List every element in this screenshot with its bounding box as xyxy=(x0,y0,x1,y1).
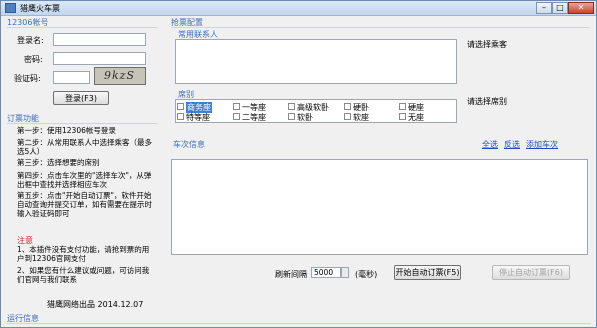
contacts-list[interactable] xyxy=(175,39,457,84)
seat-checkbox-6[interactable] xyxy=(177,113,184,120)
trains-list[interactable] xyxy=(171,159,588,255)
config-divider xyxy=(171,27,589,28)
captcha-image[interactable]: 9kzS xyxy=(94,67,146,85)
refresh-interval-spinner[interactable] xyxy=(341,267,349,278)
seat-hint: 请选择席别 xyxy=(467,97,507,106)
stop-booking-button[interactable]: 停止自动订票(F6) xyxy=(492,265,570,280)
guide-divider xyxy=(7,123,157,124)
seat-checkbox-5[interactable] xyxy=(399,103,406,110)
login-button[interactable]: 登录(F3) xyxy=(53,91,109,105)
refresh-interval-input[interactable]: 5000 xyxy=(311,267,341,278)
invert-selection-link[interactable]: 反选 xyxy=(504,139,520,150)
window-title: 猎鹰火车票 xyxy=(20,4,60,13)
password-input[interactable] xyxy=(53,52,146,65)
seat-option-7[interactable]: 二等座 xyxy=(242,112,266,123)
title-bar[interactable]: 猎鹰火车票 – □ ✕ xyxy=(1,1,596,16)
step-5: 第五步：点击"开始自动订票"，软件开始自动查询并提交订单，如有需要在提示时输入验… xyxy=(17,191,152,218)
main-window: 猎鹰火车票 – □ ✕ 12306帐号 登录名: 密码: 验证码: 9kzS 登… xyxy=(0,0,597,328)
seat-checkbox-7[interactable] xyxy=(233,113,240,120)
step-2: 第二步：从常用联系人中选择乘客（最多选5人） xyxy=(17,138,152,156)
step-4: 第四步：点击车次里的"选择车次"，从弹出框中查找并选择相应车次 xyxy=(17,171,152,189)
captcha-input[interactable] xyxy=(53,71,90,84)
close-button[interactable]: ✕ xyxy=(568,2,594,14)
seat-checkbox-3[interactable] xyxy=(288,103,295,110)
app-icon xyxy=(5,3,16,13)
seat-option-8[interactable]: 软卧 xyxy=(297,112,313,123)
seat-checkbox-10[interactable] xyxy=(399,113,406,120)
step-1: 第一步：使用12306帐号登录 xyxy=(17,126,116,135)
note-2: 2、如果您有什么建议或问题，可访问我们官网与我们联系 xyxy=(17,266,150,284)
account-divider xyxy=(7,27,157,28)
step-3: 第三步：选择想要的席别 xyxy=(17,158,100,167)
seat-checkbox-1[interactable] xyxy=(177,103,184,110)
select-all-link[interactable]: 全选 xyxy=(482,139,498,150)
footer-credit: 猎鹰网络出品 2014.12.07 xyxy=(47,300,144,309)
add-train-link[interactable]: 添加车次 xyxy=(526,139,558,150)
seat-option-9[interactable]: 软座 xyxy=(353,112,369,123)
refresh-label: 刷新间隔 xyxy=(275,270,307,279)
seat-checkbox-9[interactable] xyxy=(344,113,351,120)
seat-checkbox-8[interactable] xyxy=(288,113,295,120)
minimize-button[interactable]: – xyxy=(536,2,552,14)
contacts-hint: 请选择乘客 xyxy=(467,40,507,49)
seat-checkbox-2[interactable] xyxy=(233,103,240,110)
username-input[interactable] xyxy=(53,33,146,46)
log-divider xyxy=(7,323,591,324)
username-label: 登录名: xyxy=(17,36,44,45)
refresh-unit: (毫秒) xyxy=(355,270,378,279)
trains-label: 车次信息 xyxy=(173,140,205,149)
seat-option-10[interactable]: 无座 xyxy=(408,112,424,123)
maximize-button[interactable]: □ xyxy=(552,2,568,14)
password-label: 密码: xyxy=(24,55,43,64)
start-booking-button[interactable]: 开始自动订票(F5) xyxy=(394,265,461,280)
captcha-text: 9kzS xyxy=(104,69,135,82)
seat-option-6[interactable]: 特等座 xyxy=(186,112,210,123)
seat-checkbox-4[interactable] xyxy=(344,103,351,110)
note-1: 1、本插件没有支付功能，请抢到票的用户到12306官网支付 xyxy=(17,245,150,263)
captcha-label: 验证码: xyxy=(14,74,41,83)
